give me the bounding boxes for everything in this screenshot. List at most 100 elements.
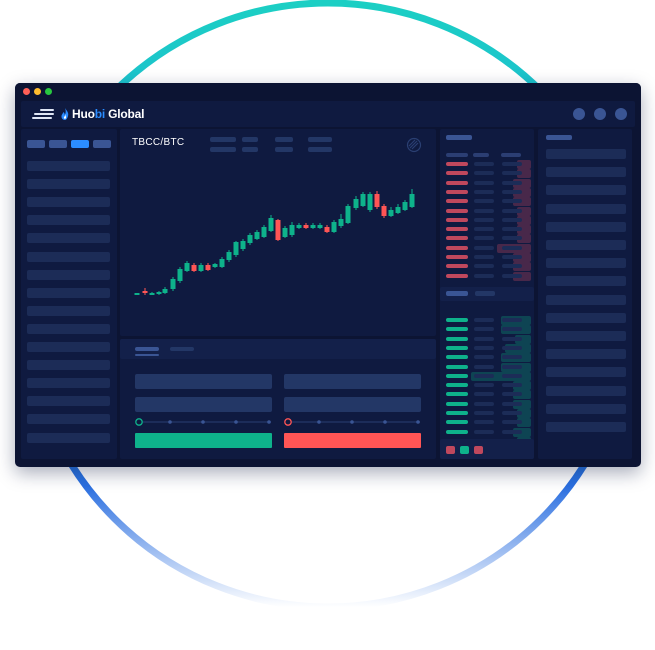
bid-price[interactable] [446, 345, 468, 350]
bid-amount [474, 420, 494, 425]
ask-total [502, 162, 522, 166]
ask-price[interactable] [446, 255, 468, 259]
orderbook-col-price [446, 153, 468, 157]
buy-button[interactable] [135, 433, 272, 448]
candle-down [303, 223, 309, 229]
candle-up [184, 261, 190, 272]
bid-price[interactable] [446, 373, 468, 378]
market-list-panel [21, 129, 117, 459]
chart-header-tab[interactable] [308, 137, 332, 142]
market-list-item[interactable] [27, 197, 110, 208]
market-list-item[interactable] [27, 342, 110, 352]
chart-header-value [275, 147, 293, 152]
market-tab[interactable] [27, 140, 45, 148]
ask-price[interactable] [446, 273, 468, 278]
market-tab[interactable] [93, 140, 111, 148]
ask-price[interactable] [446, 264, 468, 269]
candle-down [142, 288, 148, 295]
candle-up [134, 293, 140, 295]
candle-up [317, 223, 323, 229]
market-list-item[interactable] [27, 287, 110, 298]
market-list-item[interactable] [27, 360, 110, 371]
candle-up [331, 220, 337, 233]
market-list-item[interactable] [27, 323, 110, 334]
candle-up [402, 200, 408, 211]
bid-total [502, 355, 522, 360]
ask-price[interactable] [446, 217, 468, 222]
bid-price[interactable] [446, 401, 468, 406]
market-list-item[interactable] [27, 414, 110, 425]
sell-amount-input[interactable] [284, 397, 421, 412]
ask-price[interactable] [446, 208, 468, 213]
top-navbar: Huobi Global [21, 101, 635, 127]
ask-price[interactable] [446, 236, 468, 241]
menu-icon[interactable] [32, 109, 54, 119]
bid-price[interactable] [446, 383, 468, 388]
notification-icon[interactable] [573, 108, 585, 120]
bid-total [502, 364, 522, 369]
bid-price[interactable] [446, 327, 468, 332]
market-tab[interactable] [71, 140, 89, 148]
settings-icon[interactable] [615, 108, 627, 120]
bid-price[interactable] [446, 392, 468, 397]
tab-limit[interactable] [135, 347, 159, 351]
market-list-item[interactable] [27, 215, 110, 226]
buy-amount-input[interactable] [135, 397, 272, 412]
buy-price-input[interactable] [135, 374, 272, 389]
ask-price[interactable] [446, 162, 468, 166]
orderbook-view-asks-icon[interactable] [474, 446, 483, 454]
sell-price-input[interactable] [284, 374, 421, 389]
market-list-item[interactable] [27, 251, 110, 262]
maximize-dot[interactable] [45, 88, 52, 95]
candle-up [156, 291, 162, 295]
ask-price[interactable] [446, 245, 468, 250]
bid-total [502, 420, 522, 425]
ask-amount [474, 236, 494, 241]
chart-header-tab[interactable] [242, 137, 258, 142]
sell-slider[interactable] [284, 417, 424, 427]
candlestick-chart[interactable] [120, 159, 436, 336]
close-dot[interactable] [23, 88, 30, 95]
chart-header-tab[interactable] [275, 137, 293, 142]
market-list-item[interactable] [27, 378, 110, 389]
sell-button[interactable] [284, 433, 421, 448]
buy-slider[interactable] [135, 417, 275, 427]
trade-form-panel [120, 339, 436, 459]
market-list-item[interactable] [27, 432, 110, 443]
tab-market[interactable] [170, 347, 194, 351]
bid-price[interactable] [446, 429, 468, 434]
bid-price[interactable] [446, 364, 468, 369]
trade-row [546, 422, 626, 432]
user-icon[interactable] [594, 108, 606, 120]
ask-total [502, 208, 522, 213]
bid-amount [474, 355, 494, 360]
bid-price[interactable] [446, 318, 468, 322]
order-book-panel [440, 129, 534, 459]
orderbook-view-bids-icon[interactable] [460, 446, 469, 454]
chart-settings-icon[interactable] [406, 137, 422, 153]
market-list-item[interactable] [27, 233, 110, 244]
ask-price[interactable] [446, 180, 468, 185]
candle-up [254, 230, 260, 240]
chart-header-tab[interactable] [210, 137, 236, 142]
market-list-item[interactable] [27, 305, 110, 316]
candle-up [282, 226, 288, 238]
minimize-dot[interactable] [34, 88, 41, 95]
ask-price[interactable] [446, 189, 468, 194]
logo[interactable]: Huobi Global [61, 106, 144, 122]
ask-price[interactable] [446, 171, 468, 176]
bid-price[interactable] [446, 355, 468, 360]
bid-price[interactable] [446, 411, 468, 415]
market-list-item[interactable] [27, 161, 110, 171]
market-list-item[interactable] [27, 396, 110, 407]
bid-price[interactable] [446, 420, 468, 425]
trade-row [546, 294, 626, 305]
orderbook-view-both-icon[interactable] [446, 446, 455, 454]
ask-price[interactable] [446, 227, 468, 232]
market-tab[interactable] [49, 140, 67, 148]
ask-price[interactable] [446, 199, 468, 204]
market-list-item[interactable] [27, 269, 110, 280]
bid-price[interactable] [446, 336, 468, 341]
market-list-item[interactable] [27, 179, 110, 190]
ask-amount [474, 208, 494, 213]
